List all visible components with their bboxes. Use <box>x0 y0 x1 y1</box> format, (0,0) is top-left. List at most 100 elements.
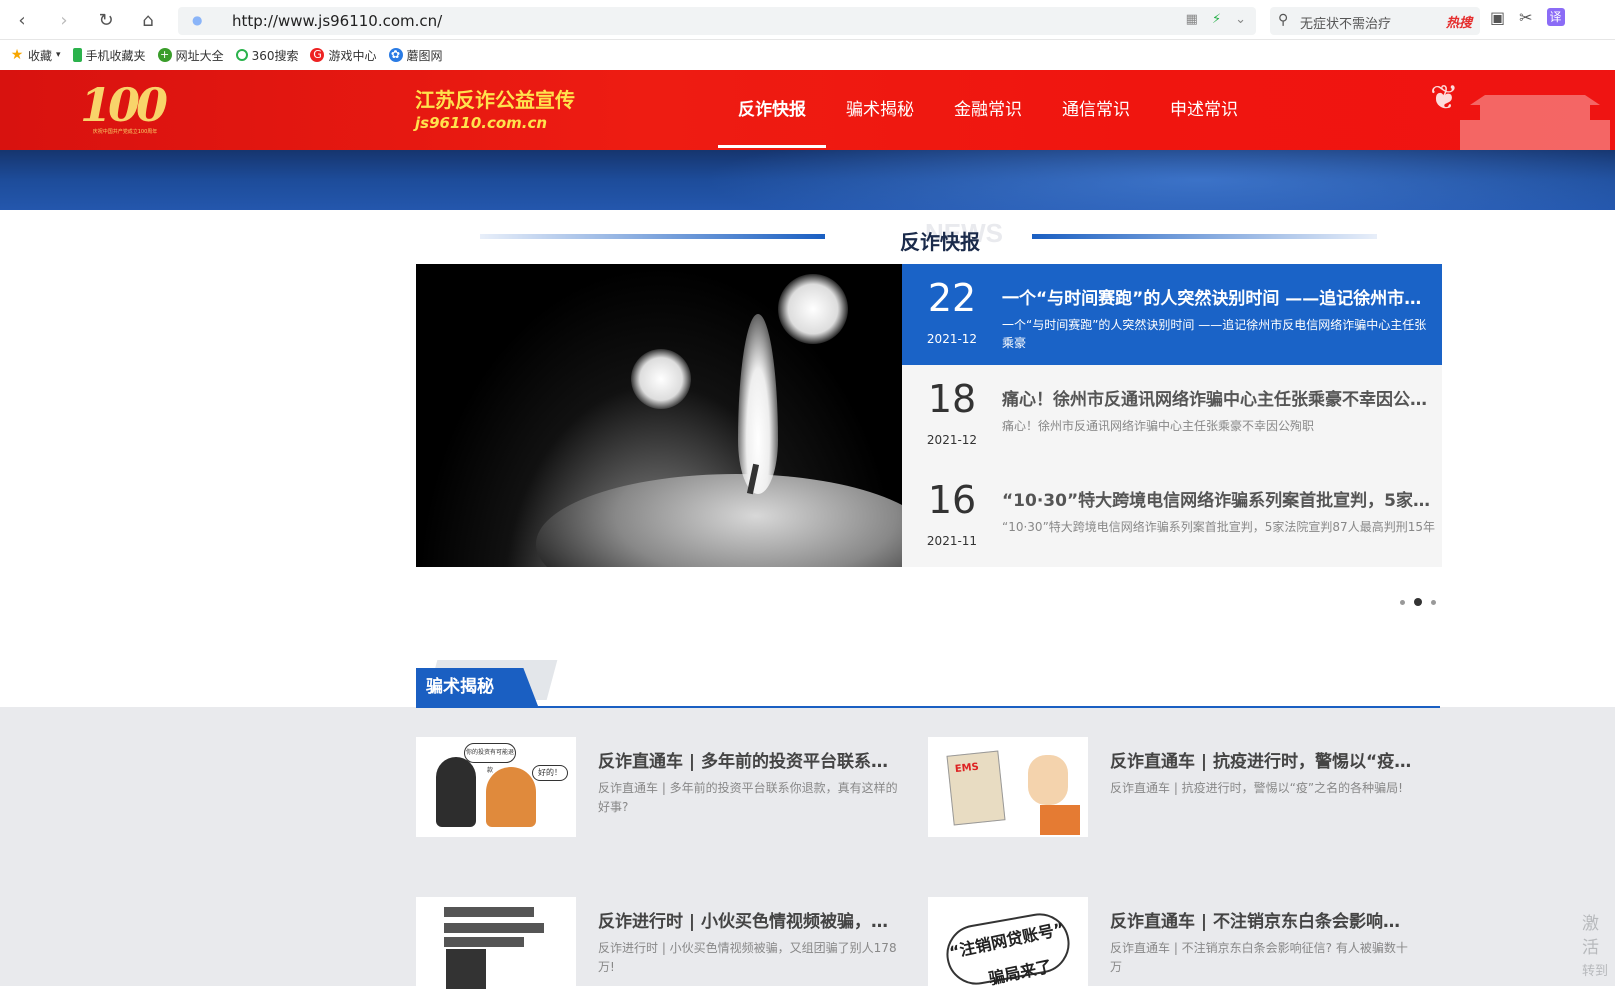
screenshot-row <box>444 923 544 933</box>
url-text[interactable]: http://www.js96110.com.cn/ <box>232 12 442 30</box>
news-item[interactable]: 22 2021-12 一个“与时间赛跑”的人突然诀别时间 ——追记徐州市反电信网… <box>902 264 1442 365</box>
candle-body <box>536 474 902 567</box>
nav-item-finance[interactable]: 金融常识 <box>934 70 1042 150</box>
card-title[interactable]: 反诈直通车 | 不注销京东白条会影响征信? 有人被骗数十万 <box>1110 907 1415 932</box>
news-title[interactable]: 一个“与时间赛跑”的人突然诀别时间 ——追记徐州市反电信网络诈骗中心主任张乘豪 <box>1002 284 1432 309</box>
scam-card[interactable]: EMS 反诈直通车 | 抗疫进行时，警惕以“疫”之名的各种骗局! 反诈直通车 |… <box>928 737 1418 837</box>
news-month: 2021-12 <box>926 433 978 447</box>
news-item[interactable]: 18 2021-12 痛心！徐州市反通讯网络诈骗中心主任张乘豪不幸因公殉职 痛心… <box>902 365 1442 466</box>
card-title[interactable]: 反诈直通车 | 抗疫进行时，警惕以“疫”之名的各种骗局! <box>1110 747 1415 772</box>
ems-label: EMS <box>954 761 980 776</box>
search-placeholder: 无症状不需治疗 <box>1300 17 1392 32</box>
news-day: 22 <box>927 276 977 320</box>
back-icon[interactable]: ‹ <box>10 8 34 32</box>
bookmarks-bar: ★ 收藏 ▾ 手机收藏夹 + 网址大全 360搜索 G 游戏中心 ✿ 蘑图网 <box>0 40 1615 70</box>
news-month: 2021-11 <box>926 534 978 548</box>
translate-icon[interactable]: 译 <box>1546 8 1565 26</box>
star-icon: ★ <box>10 47 24 63</box>
news-day: 16 <box>927 478 977 522</box>
news-title[interactable]: “10·30”特大跨境电信网络诈骗系列案首批宣判，5家法院宣判87人最高判刑15… <box>1002 486 1432 511</box>
card-desc: 反诈直通车 | 抗疫进行时，警惕以“疫”之名的各种骗局! <box>1110 781 1403 795</box>
card-thumbnail[interactable] <box>416 897 576 997</box>
site-domain: js96110.com.cn <box>415 114 548 132</box>
watermark-line: 激活 <box>1582 914 1599 958</box>
card-desc: 反诈进行时 | 小伙买色情视频被骗，又组团骗了别人178万! <box>598 941 897 974</box>
scam-section-tab[interactable]: 骗术揭秘 <box>416 668 538 706</box>
scam-card[interactable]: 反诈进行时 | 小伙买色情视频被骗，又组团骗了别人178万! 反诈进行时 | 小… <box>416 897 906 997</box>
carousel-pager <box>1400 598 1436 606</box>
news-month: 2021-12 <box>926 332 978 346</box>
title-divider-right <box>1032 234 1377 239</box>
pager-dot-2[interactable] <box>1414 598 1422 606</box>
news-title[interactable]: 痛心！徐州市反通讯网络诈骗中心主任张乘豪不幸因公殉职 <box>1002 385 1432 410</box>
card-desc: 反诈直通车 | 多年前的投资平台联系你退款，真有这样的好事? <box>598 781 898 814</box>
chevron-down-icon[interactable]: ⌄ <box>1235 12 1246 27</box>
browser-toolbar: ‹ › ↻ ⌂ ● http://www.js96110.com.cn/ ▦ ⚡… <box>0 0 1615 40</box>
news-day: 18 <box>927 377 977 421</box>
news-desc: 一个“与时间赛跑”的人突然诀别时间 ——追记徐州市反电信网络诈骗中心主任张乘豪 <box>1002 318 1427 350</box>
news-desc: “10·30”特大跨境电信网络诈骗系列案首批宣判，5家法院宣判87人最高判刑15… <box>1002 520 1435 534</box>
bookmark-sites[interactable]: + 网址大全 <box>157 47 224 64</box>
speech-bubble: 好的！ <box>532 765 568 781</box>
photo-icon: ✿ <box>388 48 403 62</box>
game-icon: G <box>310 48 325 62</box>
speech-bubble: 你的投资有可能退款 <box>464 743 516 774</box>
pager-dot-1[interactable] <box>1400 599 1405 605</box>
chevron-down-icon: ▾ <box>56 50 61 60</box>
address-bar[interactable]: ● http://www.js96110.com.cn/ ▦ ⚡ ⌄ <box>178 7 1256 35</box>
screenshot-row <box>444 937 524 947</box>
card-title[interactable]: 反诈直通车 | 多年前的投资平台联系你退款，真有这样的好事? <box>598 747 903 772</box>
cartoon-figure <box>486 767 536 827</box>
cartoon-figure <box>1028 755 1068 805</box>
parcel-box: EMS <box>946 750 1006 826</box>
bookmark-favorites[interactable]: ★ 收藏 ▾ <box>10 47 61 64</box>
card-thumbnail[interactable]: 你的投资有可能退款 好的！ <box>416 737 576 837</box>
nav-item-scam-reveal[interactable]: 骗术揭秘 <box>826 70 934 150</box>
card-thumbnail[interactable]: EMS <box>928 737 1088 837</box>
site-info-icon[interactable]: ● <box>192 13 208 29</box>
browser-search-box[interactable]: ⚲ 无症状不需治疗 热搜 <box>1270 7 1480 35</box>
logo-digits: 100 <box>80 78 168 132</box>
qr-icon[interactable]: ▦ <box>1186 12 1198 27</box>
bookmark-mobile[interactable]: 手机收藏夹 <box>72 47 146 64</box>
banner-strip <box>0 150 1615 210</box>
light-orb <box>631 349 691 409</box>
search-360-icon <box>235 49 248 61</box>
nav-item-anti-fraud-news[interactable]: 反诈快报 <box>718 70 826 150</box>
cartoon-figure <box>436 757 476 827</box>
scam-card[interactable]: 你的投资有可能退款 好的！ 反诈直通车 | 多年前的投资平台联系你退款，真有这样… <box>416 737 906 837</box>
title-divider-left <box>480 234 825 239</box>
cartoon-coat <box>1040 805 1080 835</box>
screenshot-block <box>446 949 486 989</box>
watermark-line: 转到 <box>1582 964 1609 979</box>
refresh-icon[interactable]: ↻ <box>94 8 118 32</box>
card-thumbnail[interactable]: “注销网贷账号” 骗局来了 <box>928 897 1088 997</box>
extension-icon[interactable]: ▣ <box>1490 8 1505 27</box>
os-activation-watermark: 激活 转到 <box>1582 912 1615 984</box>
scam-card[interactable]: “注销网贷账号” 骗局来了 反诈直通车 | 不注销京东白条会影响征信? 有人被骗… <box>928 897 1418 997</box>
logo-caption: 庆祝中国共产党成立100周年 <box>92 129 158 135</box>
bookmark-360[interactable]: 360搜索 <box>235 47 298 64</box>
home-icon[interactable]: ⌂ <box>136 8 160 32</box>
forward-icon[interactable]: › <box>52 8 76 32</box>
light-orb <box>778 274 848 344</box>
nav-item-appeal[interactable]: 申述常识 <box>1150 70 1258 150</box>
globe-icon: + <box>157 48 172 62</box>
site-title[interactable]: 江苏反诈公益宣传 <box>415 84 575 113</box>
pager-dot-3[interactable] <box>1431 599 1436 605</box>
card-title[interactable]: 反诈进行时 | 小伙买色情视频被骗，又组团骗了别人178万! <box>598 907 903 932</box>
party-100-logo[interactable]: 100 庆祝中国共产党成立100周年 <box>80 78 170 140</box>
nav-item-telecom[interactable]: 通信常识 <box>1042 70 1150 150</box>
hot-search-badge[interactable]: 热搜 <box>1446 12 1472 31</box>
tiananmen-gate-icon <box>1460 95 1610 150</box>
screenshot-row <box>444 907 534 917</box>
bolt-icon[interactable]: ⚡ <box>1212 12 1221 27</box>
news-featured-image[interactable] <box>416 264 902 567</box>
main-nav: 反诈快报 骗术揭秘 金融常识 通信常识 申述常识 <box>718 70 1258 150</box>
card-desc: 反诈直通车 | 不注销京东白条会影响征信? 有人被骗数十万 <box>1110 941 1408 974</box>
news-item[interactable]: 16 2021-11 “10·30”特大跨境电信网络诈骗系列案首批宣判，5家法院… <box>902 466 1442 567</box>
search-icon: ⚲ <box>1278 12 1289 28</box>
scissors-icon[interactable]: ✂ <box>1519 8 1532 27</box>
bookmark-photos[interactable]: ✿ 蘑图网 <box>388 47 443 64</box>
bookmark-games[interactable]: G 游戏中心 <box>310 47 377 64</box>
